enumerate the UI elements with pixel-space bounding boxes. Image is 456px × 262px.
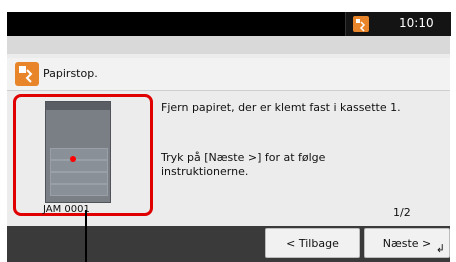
tray-2 bbox=[50, 160, 108, 172]
status-bar: 10:10 bbox=[7, 12, 451, 36]
alert-title-row: Papirstop. bbox=[7, 58, 450, 91]
back-button[interactable]: < Tilbage bbox=[265, 228, 360, 258]
blank-bar bbox=[7, 36, 450, 54]
printer-code-label: JAM 0001 bbox=[43, 204, 90, 215]
instruction-text-2: Tryk på [Næste >] for at følge instrukti… bbox=[161, 151, 326, 178]
paper-jam-icon bbox=[15, 62, 39, 86]
jam-location-marker bbox=[70, 156, 76, 162]
clock: 10:10 bbox=[399, 16, 434, 30]
page-indicator: 1/2 bbox=[393, 206, 411, 219]
back-button-label: < Tilbage bbox=[286, 236, 339, 250]
printer-top bbox=[46, 102, 110, 110]
bottom-bar: < Tilbage Næste > ↲ bbox=[7, 226, 450, 262]
tray-1 bbox=[50, 148, 108, 160]
enter-icon: ↲ bbox=[435, 242, 445, 255]
instruction-text-1: Fjern papiret, der er klemt fast i kasse… bbox=[161, 101, 401, 114]
next-button[interactable]: Næste > ↲ bbox=[364, 228, 450, 258]
next-button-label: Næste > bbox=[382, 236, 432, 250]
tray-4 bbox=[50, 184, 108, 196]
printer-device-icon bbox=[45, 101, 111, 203]
alert-title: Papirstop. bbox=[43, 67, 98, 80]
error-icon[interactable] bbox=[353, 16, 369, 32]
tray-3 bbox=[50, 172, 108, 184]
pointer-line bbox=[85, 210, 87, 262]
